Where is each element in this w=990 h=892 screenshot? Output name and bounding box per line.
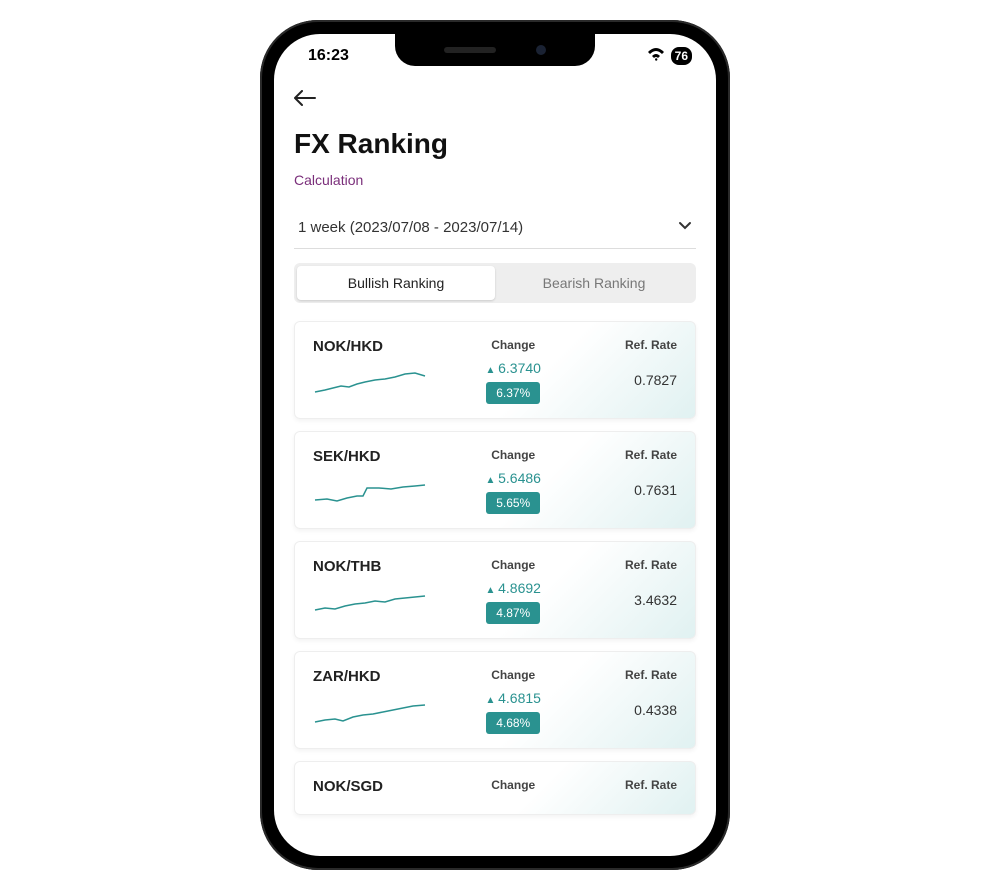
change-value: 4.6815 <box>459 690 568 706</box>
card-row: NOK/SGD Change Ref. Rate <box>313 778 677 800</box>
change-value: 5.6486 <box>459 470 568 486</box>
front-camera <box>536 45 546 55</box>
rate-column: Ref. Rate 0.7631 <box>575 448 677 498</box>
notch <box>395 34 595 66</box>
rate-value: 3.4632 <box>575 592 677 608</box>
rate-value: 0.7827 <box>575 372 677 388</box>
change-label: Change <box>459 338 568 352</box>
ranking-tabs: Bullish Ranking Bearish Ranking <box>294 263 696 303</box>
change-percent-badge: 6.37% <box>486 382 540 404</box>
change-value: 6.3740 <box>459 360 568 376</box>
currency-pair: SEK/HKD <box>313 448 451 465</box>
change-column: Change 4.8692 4.87% <box>459 558 568 624</box>
ranking-card[interactable]: ZAR/HKD Change 4.6815 4.68% Ref. Rate 0.… <box>294 651 696 749</box>
change-column: Change 6.3740 6.37% <box>459 338 568 404</box>
rate-label: Ref. Rate <box>575 558 677 572</box>
tab-bullish[interactable]: Bullish Ranking <box>297 266 495 300</box>
back-button[interactable] <box>294 78 696 128</box>
change-label: Change <box>459 448 568 462</box>
rate-value: 0.4338 <box>575 702 677 718</box>
tab-bearish[interactable]: Bearish Ranking <box>495 266 693 300</box>
sparkline-chart <box>313 582 433 618</box>
battery-level: 76 <box>675 49 688 63</box>
rate-label: Ref. Rate <box>575 778 677 792</box>
rate-value: 0.7631 <box>575 482 677 498</box>
phone-frame: 16:23 76 FX Ranking Calculation 1 week (… <box>260 20 730 870</box>
change-column: Change 5.6486 5.65% <box>459 448 568 514</box>
rate-column: Ref. Rate 3.4632 <box>575 558 677 608</box>
sparkline-chart <box>313 472 433 508</box>
change-percent-badge: 4.68% <box>486 712 540 734</box>
currency-pair: NOK/SGD <box>313 778 451 795</box>
ranking-card[interactable]: NOK/THB Change 4.8692 4.87% Ref. Rate 3.… <box>294 541 696 639</box>
chevron-down-icon <box>678 218 692 236</box>
change-column: Change 4.6815 4.68% <box>459 668 568 734</box>
ranking-card[interactable]: SEK/HKD Change 5.6486 5.65% Ref. Rate 0.… <box>294 431 696 529</box>
period-dropdown[interactable]: 1 week (2023/07/08 - 2023/07/14) <box>294 206 696 249</box>
battery-icon: 76 <box>671 47 692 65</box>
rate-column: Ref. Rate 0.7827 <box>575 338 677 388</box>
ranking-card[interactable]: NOK/HKD Change 6.3740 6.37% Ref. Rate 0.… <box>294 321 696 419</box>
change-column: Change <box>459 778 568 800</box>
change-percent-badge: 4.87% <box>486 602 540 624</box>
period-label: 1 week (2023/07/08 - 2023/07/14) <box>298 219 523 236</box>
content: FX Ranking Calculation 1 week (2023/07/0… <box>274 78 716 856</box>
wifi-icon <box>647 47 665 66</box>
status-time: 16:23 <box>308 47 349 65</box>
page-title: FX Ranking <box>294 128 696 160</box>
rate-label: Ref. Rate <box>575 338 677 352</box>
rate-label: Ref. Rate <box>575 448 677 462</box>
currency-pair: NOK/THB <box>313 558 451 575</box>
change-label: Change <box>459 668 568 682</box>
rate-column: Ref. Rate 0.4338 <box>575 668 677 718</box>
calculation-link[interactable]: Calculation <box>294 172 696 188</box>
change-percent-badge: 5.65% <box>486 492 540 514</box>
rate-column: Ref. Rate <box>575 778 677 800</box>
currency-pair: NOK/HKD <box>313 338 451 355</box>
phone-screen: 16:23 76 FX Ranking Calculation 1 week (… <box>274 34 716 856</box>
speaker <box>444 47 496 53</box>
change-label: Change <box>459 558 568 572</box>
sparkline-chart <box>313 362 433 398</box>
change-value: 4.8692 <box>459 580 568 596</box>
currency-pair: ZAR/HKD <box>313 668 451 685</box>
ranking-card[interactable]: NOK/SGD Change Ref. Rate <box>294 761 696 815</box>
rate-label: Ref. Rate <box>575 668 677 682</box>
change-label: Change <box>459 778 568 792</box>
status-right: 76 <box>647 47 692 66</box>
ranking-list: NOK/HKD Change 6.3740 6.37% Ref. Rate 0.… <box>294 321 696 815</box>
sparkline-chart <box>313 692 433 728</box>
